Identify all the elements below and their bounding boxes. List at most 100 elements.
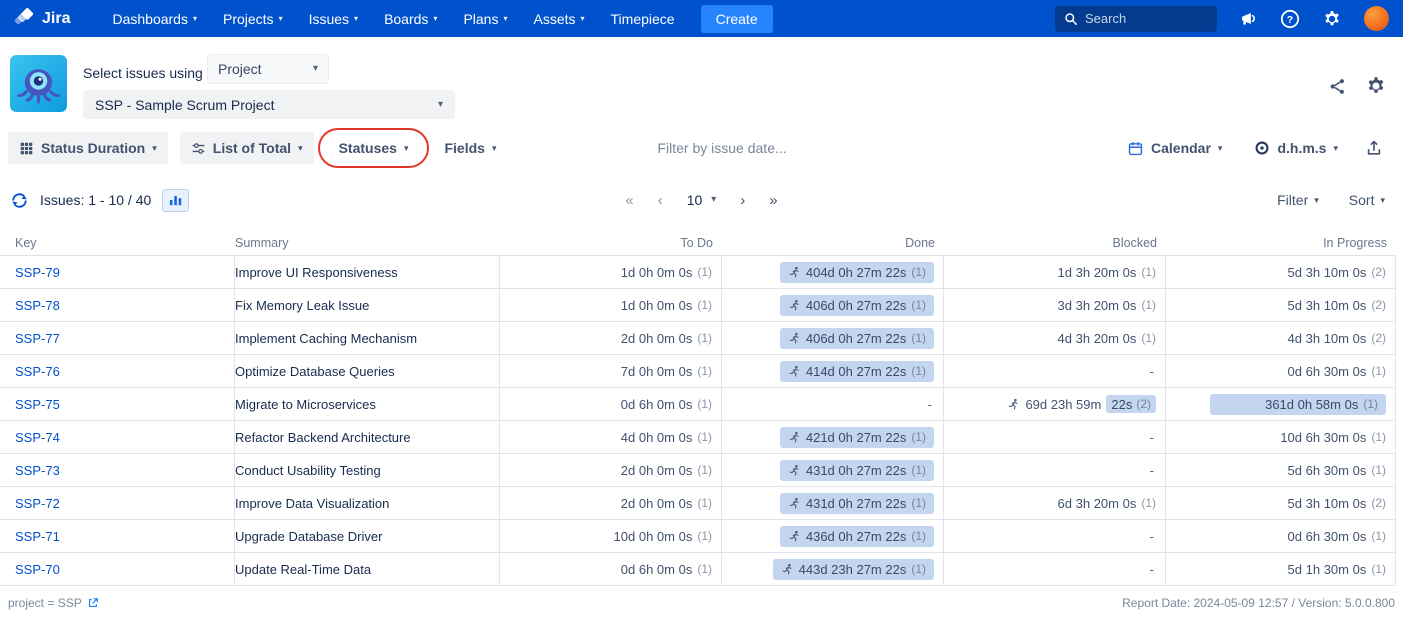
duration-cell: 4d 0h 0m 0s (1) bbox=[500, 421, 722, 454]
issue-key-cell: SSP-78 bbox=[0, 289, 235, 322]
duration-cell: 5d 1h 30m 0s (1) bbox=[1166, 553, 1396, 586]
duration-cell: 0d 6h 0m 0s (1) bbox=[500, 388, 722, 421]
brand-name: Jira bbox=[42, 9, 71, 27]
sort-label: Sort bbox=[1348, 192, 1375, 208]
export-icon[interactable] bbox=[1359, 133, 1389, 163]
issue-key-cell: SSP-70 bbox=[0, 553, 235, 586]
duration-cell: 0d 6h 30m 0s (1) bbox=[1166, 355, 1396, 388]
duration-cell: 69d 23h 59m 22s (2) bbox=[944, 388, 1166, 421]
summary-cell: Improve UI Responsiveness bbox=[235, 256, 500, 289]
chevron-down-icon: ▾ bbox=[491, 142, 497, 153]
chevron-down-icon: ▾ bbox=[152, 142, 157, 153]
first-page-button[interactable]: « bbox=[625, 193, 633, 208]
duration-cell: 4d 3h 10m 0s (2) bbox=[1166, 322, 1396, 355]
report-type-dropdown[interactable]: Status Duration ▾ bbox=[8, 132, 168, 164]
issue-key-link[interactable]: SSP-75 bbox=[15, 397, 60, 412]
duration-cell: - bbox=[944, 454, 1166, 487]
issues-range-label: Issues: 1 - 10 / 40 bbox=[40, 192, 152, 208]
duration-cell: 5d 3h 10m 0s (2) bbox=[1166, 487, 1396, 520]
global-search[interactable] bbox=[1055, 5, 1217, 32]
last-page-button[interactable]: » bbox=[769, 193, 777, 208]
chevron-down-icon: ▾ bbox=[503, 13, 508, 23]
table-row: SSP-79 Improve UI Responsiveness 1d 0h 0m … bbox=[0, 256, 1396, 289]
refresh-icon[interactable] bbox=[10, 191, 29, 210]
column-header-key: Key bbox=[15, 235, 37, 250]
duration-cell: 404d 0h 27m 22s (1) bbox=[722, 256, 944, 289]
issue-date-filter-input[interactable] bbox=[657, 140, 893, 156]
nav-item-issues[interactable]: Issues ▾ bbox=[309, 11, 358, 27]
summary-cell: Conduct Usability Testing bbox=[235, 454, 500, 487]
report-header: Select issues using Project ▾ SSP - Samp… bbox=[0, 37, 1403, 130]
fields-dropdown[interactable]: Fields ▾ bbox=[433, 132, 507, 164]
calendar-label: Calendar bbox=[1151, 140, 1211, 156]
nav-item-boards[interactable]: Boards ▾ bbox=[384, 11, 437, 27]
clock-icon bbox=[1255, 141, 1269, 155]
column-header-done: Done bbox=[905, 235, 935, 250]
duration-cell: 2d 0h 0m 0s (1) bbox=[500, 322, 722, 355]
nav-item-timepiece[interactable]: Timepiece bbox=[611, 11, 675, 27]
filter-button[interactable]: Filter ▾ bbox=[1277, 192, 1319, 208]
column-header-to-do: To Do bbox=[680, 235, 713, 250]
chart-view-button[interactable] bbox=[162, 188, 190, 212]
nav-item-assets[interactable]: Assets ▾ bbox=[533, 11, 584, 27]
create-button[interactable]: Create bbox=[700, 4, 773, 33]
issue-key-link[interactable]: SSP-73 bbox=[15, 463, 60, 478]
runner-icon bbox=[1009, 398, 1019, 409]
top-navigation: Jira Dashboards ▾ Projects ▾ Issues ▾ Boards ▾ P… bbox=[0, 0, 1403, 37]
duration-cell: 431d 0h 27m 22s (1) bbox=[722, 487, 944, 520]
next-page-button[interactable]: › bbox=[740, 193, 745, 208]
empty-duration: - bbox=[1149, 363, 1154, 379]
duration-cell: 436d 0h 27m 22s (1) bbox=[722, 520, 944, 553]
page-size-select[interactable]: 10 ▾ bbox=[687, 192, 717, 208]
duration-cell: 1d 0h 0m 0s (1) bbox=[500, 289, 722, 322]
nav-item-label: Boards bbox=[384, 10, 429, 27]
table-row: SSP-70 Update Real-Time Data 0d 6h 0m 0s (1… bbox=[0, 553, 1396, 586]
time-format-label: d.h.m.s bbox=[1277, 140, 1327, 156]
issue-key-link[interactable]: SSP-74 bbox=[15, 430, 60, 445]
duration-cell: 0d 6h 0m 0s (1) bbox=[500, 553, 722, 586]
nav-right-cluster: ? bbox=[1055, 5, 1389, 32]
report-settings-gear-icon[interactable] bbox=[1365, 75, 1387, 97]
previous-page-button[interactable]: ‹ bbox=[658, 193, 663, 208]
runner-icon bbox=[789, 497, 799, 508]
issue-key-link[interactable]: SSP-78 bbox=[15, 298, 60, 313]
nav-item-projects[interactable]: Projects ▾ bbox=[223, 11, 283, 27]
time-format-dropdown[interactable]: d.h.m.s ▾ bbox=[1243, 132, 1349, 164]
duration-cell: 361d 0h 58m 0s (1) bbox=[1166, 388, 1396, 421]
issue-key-cell: SSP-71 bbox=[0, 520, 235, 553]
settings-gear-icon[interactable] bbox=[1322, 9, 1342, 29]
issue-key-cell: SSP-74 bbox=[0, 421, 235, 454]
column-header-summary: Summary bbox=[235, 235, 289, 250]
nav-item-dashboards[interactable]: Dashboards ▾ bbox=[112, 11, 197, 27]
chevron-down-icon: ▾ bbox=[354, 13, 359, 23]
external-link-icon[interactable] bbox=[87, 597, 99, 609]
announcements-icon[interactable] bbox=[1239, 9, 1258, 28]
issue-key-link[interactable]: SSP-72 bbox=[15, 496, 60, 511]
issue-key-link[interactable]: SSP-76 bbox=[15, 364, 60, 379]
statuses-dropdown[interactable]: Statuses ▾ bbox=[328, 132, 420, 164]
duration-cell: 6d 3h 20m 0s (1) bbox=[944, 487, 1166, 520]
list-type-dropdown[interactable]: List of Total ▾ bbox=[179, 132, 314, 164]
issue-source-select[interactable]: Project ▾ bbox=[207, 54, 329, 84]
share-icon[interactable] bbox=[1328, 77, 1347, 96]
table-row: SSP-77 Implement Caching Mechanism 2d 0h 0… bbox=[0, 322, 1396, 355]
duration-cell: 5d 3h 10m 0s (2) bbox=[1166, 289, 1396, 322]
report-toolbar: Status Duration ▾ List of Total ▾ Status… bbox=[0, 128, 1403, 168]
duration-cell: 3d 3h 20m 0s (1) bbox=[944, 289, 1166, 322]
issue-key-link[interactable]: SSP-70 bbox=[15, 562, 60, 577]
summary-cell: Update Real-Time Data bbox=[235, 553, 500, 586]
sort-button[interactable]: Sort ▾ bbox=[1349, 192, 1385, 208]
bar-chart-icon bbox=[169, 196, 182, 206]
issue-key-link[interactable]: SSP-71 bbox=[15, 529, 60, 544]
issue-key-link[interactable]: SSP-79 bbox=[15, 265, 60, 280]
search-input[interactable] bbox=[1085, 11, 1205, 26]
help-icon[interactable]: ? bbox=[1280, 9, 1300, 29]
user-avatar[interactable] bbox=[1364, 6, 1389, 31]
project-select[interactable]: SSP - Sample Scrum Project ▾ bbox=[83, 90, 455, 119]
calendar-dropdown[interactable]: Calendar ▾ bbox=[1116, 132, 1233, 164]
nav-item-plans[interactable]: Plans ▾ bbox=[463, 11, 507, 27]
issue-key-link[interactable]: SSP-77 bbox=[15, 331, 60, 346]
jira-home-link[interactable]: Jira bbox=[14, 8, 70, 29]
summary-cell: Migrate to Microservices bbox=[235, 388, 500, 421]
duration-cell: 0d 6h 30m 0s (1) bbox=[1166, 520, 1396, 553]
